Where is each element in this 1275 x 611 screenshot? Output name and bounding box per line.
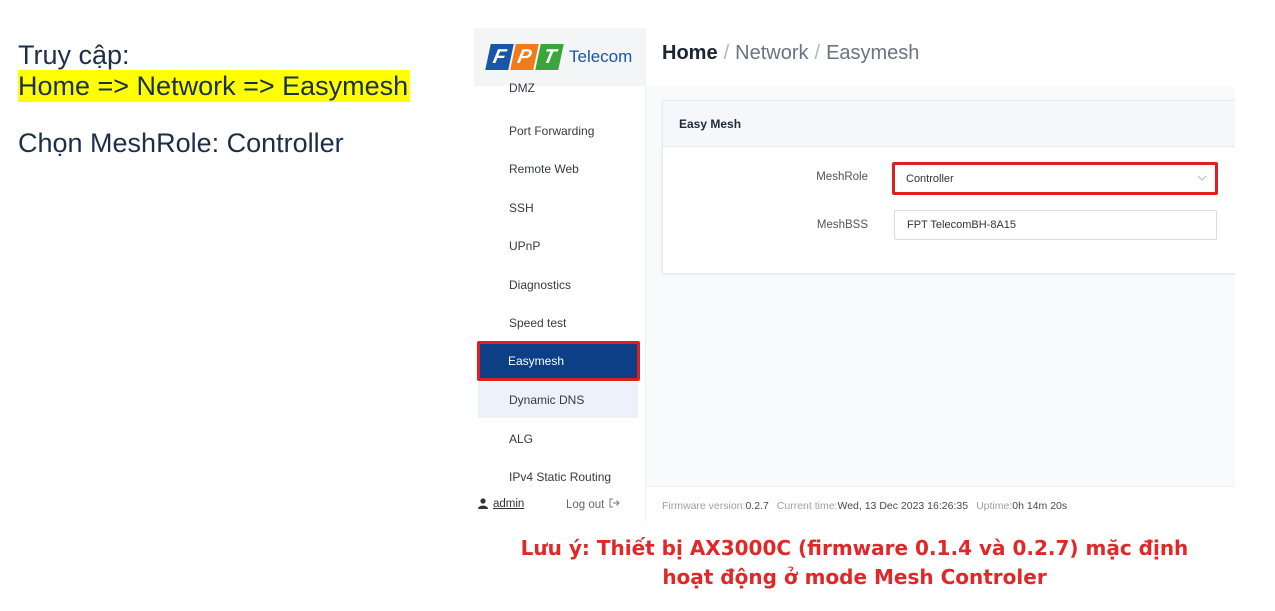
sidebar-item-dynamic-dns[interactable]: Dynamic DNS	[478, 382, 638, 418]
note-line-1: Lưu ý: Thiết bị AX3000C (firmware 0.1.4 …	[520, 536, 1189, 560]
username[interactable]: admin	[493, 498, 524, 510]
mesh-bss-value: FPT TelecomBH-8A15	[907, 219, 1017, 231]
sidebar-item-remote-web[interactable]: Remote Web	[478, 151, 638, 187]
user-icon	[478, 498, 490, 510]
main-content: Home / Network / Easymesh Easy Mesh MeshRole…	[646, 28, 1235, 522]
logo-letter-p: P	[510, 44, 539, 70]
sidebar: F P T Telecom DMZ Port Forwarding Remote…	[474, 28, 646, 522]
note-text: Lưu ý: Thiết bị AX3000C (firmware 0.1.4 …	[474, 534, 1235, 592]
instruction-panel: Truy cập: Home => Network => Easymesh Ch…	[18, 40, 458, 158]
logo-letter-f: F	[485, 44, 514, 70]
mesh-role-label: MeshRole	[816, 171, 868, 183]
sidebar-item-easymesh[interactable]: Easymesh	[477, 341, 640, 381]
status-bar: Firmware version:0.2.7 Current time:Wed, …	[662, 500, 1067, 512]
logout-icon	[609, 498, 621, 511]
choose-instruction: Chọn MeshRole: Controller	[18, 128, 344, 158]
breadcrumb-easymesh: Easymesh	[826, 42, 920, 64]
firmware-label: Firmware version:	[662, 500, 746, 512]
logo-text: Telecom	[569, 47, 633, 66]
logo-mark: F P T	[485, 44, 564, 70]
logout-button[interactable]: Log out	[566, 498, 621, 511]
navigation-path: Home => Network => Easymesh	[18, 70, 411, 102]
breadcrumb-network[interactable]: Network	[735, 42, 808, 64]
breadcrumb-home[interactable]: Home	[662, 42, 718, 64]
logo-letter-t: T	[535, 44, 564, 70]
breadcrumb-separator: /	[723, 42, 730, 64]
sidebar-item-diagnostics[interactable]: Diagnostics	[478, 267, 638, 303]
logout-label: Log out	[566, 498, 605, 511]
mesh-bss-field[interactable]: FPT TelecomBH-8A15	[894, 210, 1217, 240]
sidebar-item-dmz[interactable]: DMZ	[478, 76, 638, 100]
user-link[interactable]: admin	[478, 498, 524, 510]
uptime-value: 0h 14m 20s	[1012, 500, 1068, 512]
router-admin-screenshot: F P T Telecom DMZ Port Forwarding Remote…	[474, 28, 1235, 522]
sidebar-item-ipv4-static-routing[interactable]: IPv4 Static Routing	[478, 459, 638, 495]
footer-divider	[646, 486, 1235, 487]
access-label: Truy cập:	[18, 40, 130, 70]
sidebar-item-ssh[interactable]: SSH	[478, 190, 638, 226]
mesh-role-select[interactable]: Controller	[892, 162, 1218, 195]
sidebar-item-alg[interactable]: ALG	[478, 421, 638, 457]
note-line-2: hoạt động ở mode Mesh Controler	[662, 565, 1047, 589]
time-value: Wed, 13 Dec 2023 16:26:35	[837, 500, 969, 512]
sidebar-item-speed-test[interactable]: Speed test	[478, 305, 638, 341]
firmware-value: 0.2.7	[745, 500, 769, 512]
time-label: Current time:	[776, 500, 838, 512]
mesh-bss-label: MeshBSS	[816, 219, 868, 231]
sidebar-item-upnp[interactable]: UPnP	[478, 228, 638, 264]
card-title: Easy Mesh	[663, 101, 1235, 147]
breadcrumb: Home / Network / Easymesh	[662, 42, 919, 65]
mesh-role-value: Controller	[906, 172, 954, 185]
chevron-down-icon	[1197, 173, 1207, 184]
breadcrumb-separator: /	[814, 42, 821, 64]
uptime-label: Uptime:	[976, 500, 1013, 512]
sidebar-item-port-forwarding[interactable]: Port Forwarding	[478, 113, 638, 149]
